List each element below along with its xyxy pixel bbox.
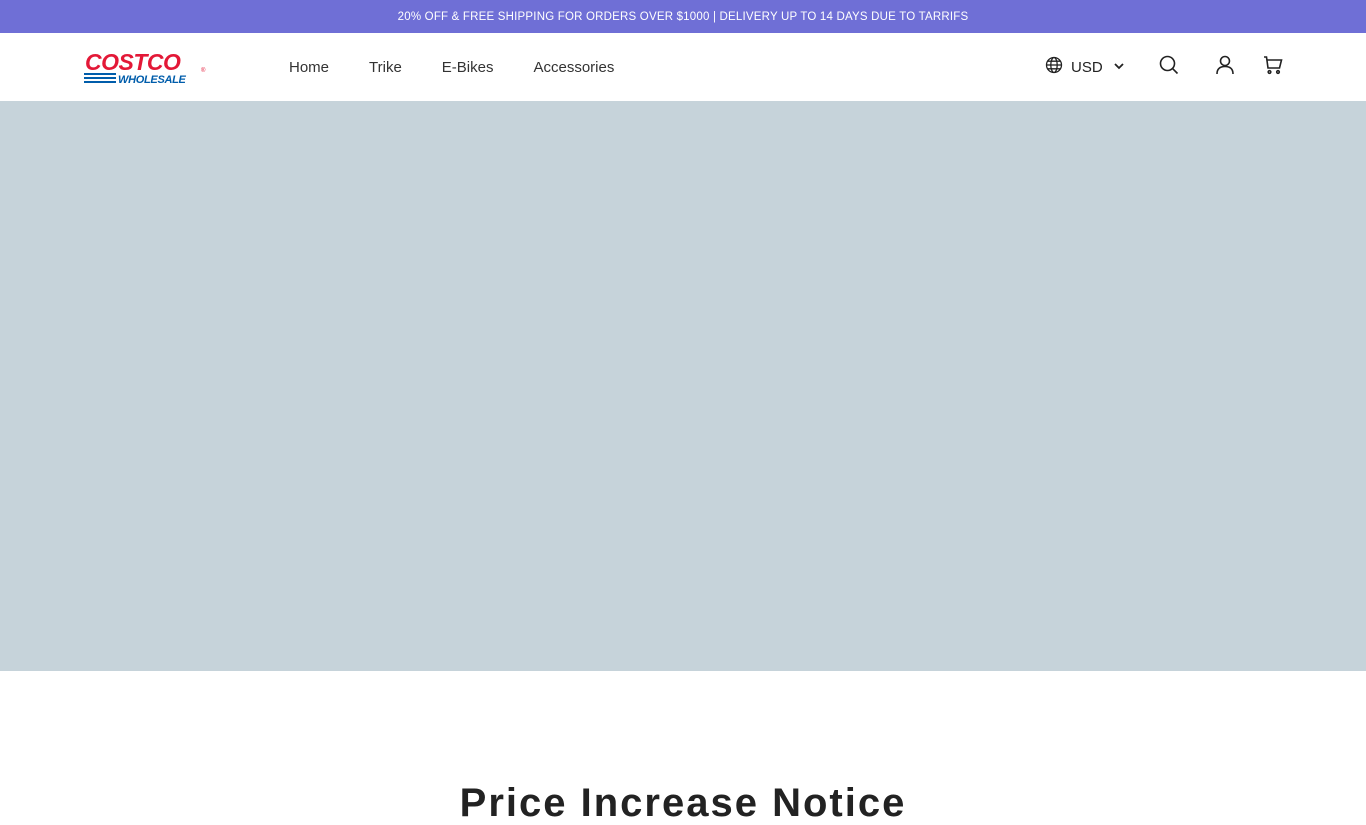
main-nav: Home Trike E-Bikes Accessories bbox=[289, 33, 614, 101]
logo-registered-mark: ® bbox=[201, 67, 206, 74]
announcement-text: 20% OFF & FREE SHIPPING FOR ORDERS OVER … bbox=[397, 10, 969, 23]
section-title: Price Increase Notice bbox=[459, 781, 907, 825]
account-icon bbox=[1215, 55, 1235, 80]
logo-top-text: COSTCO bbox=[85, 50, 181, 75]
nav-item-accessories[interactable]: Accessories bbox=[533, 59, 614, 76]
logo-stripe bbox=[84, 81, 116, 83]
chevron-down-icon bbox=[1113, 59, 1125, 76]
cart-icon bbox=[1263, 55, 1283, 80]
nav-item-e-bikes[interactable]: E-Bikes bbox=[442, 59, 494, 76]
currency-selector[interactable]: USD bbox=[1045, 33, 1125, 101]
logo-bottom-text: WHOLESALE bbox=[118, 74, 187, 86]
nav-item-home[interactable]: Home bbox=[289, 59, 329, 76]
search-button[interactable] bbox=[1157, 55, 1181, 79]
logo-stripe bbox=[84, 73, 116, 75]
nav-item-trike[interactable]: Trike bbox=[369, 59, 402, 76]
cart-button[interactable] bbox=[1261, 55, 1285, 79]
logo-stripe bbox=[84, 77, 116, 79]
costco-logo[interactable]: COSTCO ® WHOLESALE bbox=[84, 50, 208, 86]
announcement-bar: 20% OFF & FREE SHIPPING FOR ORDERS OVER … bbox=[0, 0, 1366, 33]
hero-banner bbox=[0, 101, 1366, 671]
search-icon bbox=[1159, 55, 1179, 80]
currency-label: USD bbox=[1071, 58, 1103, 76]
globe-icon bbox=[1045, 56, 1063, 78]
costco-logo-graphic: COSTCO ® WHOLESALE bbox=[84, 50, 206, 86]
account-button[interactable] bbox=[1213, 55, 1237, 79]
site-header: COSTCO ® WHOLESALE Home Trike E-Bikes Ac… bbox=[0, 33, 1366, 101]
